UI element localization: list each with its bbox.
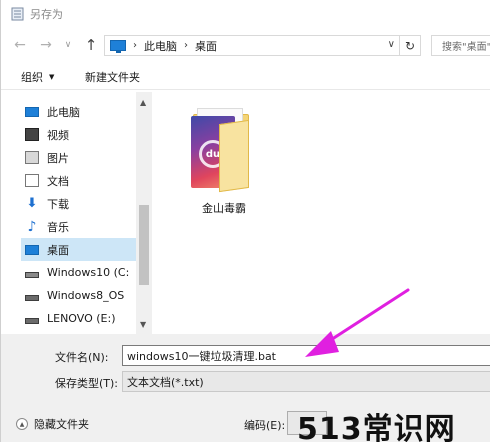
recent-locations-chevron-icon[interactable]: ∨: [59, 36, 77, 54]
drive-icon: [25, 294, 39, 301]
music-icon: ♪: [27, 218, 37, 235]
sidebar-item-label: 图片: [47, 151, 69, 165]
document-icon: [25, 174, 39, 187]
drive-icon: [25, 317, 39, 324]
save-options-panel: 文件名(N): windows10一键垃圾清理.bat 保存类型(T): 文本文…: [1, 334, 490, 442]
breadcrumb-separator-icon[interactable]: ›: [184, 40, 188, 51]
organize-button[interactable]: 组织 ▼: [21, 69, 54, 85]
address-bar[interactable]: › 此电脑 › 桌面 ∨: [104, 35, 400, 56]
sidebar-item-drive-c[interactable]: Windows10 (C:: [21, 261, 138, 284]
filetype-label: 保存类型(T):: [55, 377, 119, 390]
refresh-icon[interactable]: ↻: [400, 35, 421, 56]
hide-folders-button[interactable]: ▲ 隐藏文件夹: [16, 416, 89, 432]
filename-field[interactable]: windows10一键垃圾清理.bat: [122, 345, 490, 366]
file-list: du 金山毒霸: [153, 92, 490, 334]
breadcrumb-desktop[interactable]: 桌面: [195, 38, 217, 54]
notepad-icon: [11, 7, 24, 21]
navigation-pane: 此电脑 视频 图片 文档 ⬇ 下载 ♪ 音乐 桌面 Windows10 (C: …: [21, 92, 152, 334]
sidebar-item-drive-win8[interactable]: Windows8_OS: [21, 284, 138, 307]
address-dropdown-icon[interactable]: ∨: [388, 39, 395, 50]
window-title: 另存为: [30, 8, 63, 21]
sidebar-item-pictures[interactable]: 图片: [21, 146, 138, 169]
filetype-select[interactable]: 文本文档(*.txt): [122, 371, 490, 392]
drive-icon: [25, 271, 39, 278]
title-bar: 另存为: [1, 0, 490, 28]
sidebar-item-label: 下载: [47, 197, 69, 211]
caret-down-icon: ▼: [49, 73, 55, 81]
sidebar-item-drive-e[interactable]: LENOVO (E:): [21, 307, 138, 330]
sidebar-item-documents[interactable]: 文档: [21, 169, 138, 192]
pc-icon: [110, 40, 126, 53]
search-input[interactable]: 搜索"桌面": [431, 35, 490, 56]
breadcrumb-this-pc[interactable]: 此电脑: [144, 38, 177, 54]
sidebar-item-desktop[interactable]: 桌面: [21, 238, 138, 261]
breadcrumb-separator-icon[interactable]: ›: [133, 40, 137, 51]
sidebar-item-videos[interactable]: 视频: [21, 123, 138, 146]
save-as-dialog: 另存为 ← → ∨ ↑ › 此电脑 › 桌面 ∨ ↻ 搜索"桌面" 组织 ▼ 新建…: [0, 0, 490, 442]
up-arrow-icon[interactable]: ↑: [82, 36, 100, 54]
sidebar-item-downloads[interactable]: ⬇ 下载: [21, 192, 138, 215]
picture-icon: [25, 151, 39, 164]
site-watermark: 513常识网: [297, 412, 456, 442]
sidebar-item-label: Windows8_OS: [47, 289, 125, 302]
address-row: ← → ∨ ↑ › 此电脑 › 桌面 ∨ ↻ 搜索"桌面": [1, 32, 490, 58]
sidebar-item-label: Windows10 (C:: [47, 266, 130, 279]
new-folder-button[interactable]: 新建文件夹: [85, 69, 140, 85]
organize-label: 组织: [21, 71, 43, 84]
toolbar: 组织 ▼ 新建文件夹: [1, 62, 490, 90]
pc-icon: [25, 106, 39, 117]
sidebar-item-label: 桌面: [47, 243, 69, 257]
back-arrow-icon[interactable]: ←: [11, 36, 29, 54]
hide-folders-label: 隐藏文件夹: [34, 418, 89, 431]
download-icon: ⬇: [26, 196, 38, 211]
sidebar-item-label: 此电脑: [47, 105, 80, 119]
scroll-up-icon[interactable]: ▲: [140, 98, 146, 107]
sidebar-item-label: LENOVO (E:): [47, 312, 116, 325]
sidebar-item-music[interactable]: ♪ 音乐: [21, 215, 138, 238]
file-item[interactable]: du 金山毒霸: [187, 102, 261, 217]
sidebar-item-label: 文档: [47, 174, 69, 188]
desktop-icon: [25, 244, 39, 255]
scrollbar-thumb[interactable]: [139, 205, 149, 285]
forward-arrow-icon[interactable]: →: [37, 36, 55, 54]
video-icon: [25, 128, 39, 141]
encoding-label: 编码(E):: [244, 419, 286, 432]
sidebar-item-label: 音乐: [47, 220, 69, 234]
collapse-up-icon: ▲: [16, 418, 28, 430]
navigation-scrollbar[interactable]: ▲ ▼: [136, 92, 152, 334]
sidebar-item-this-pc[interactable]: 此电脑: [21, 100, 138, 123]
scroll-down-icon[interactable]: ▼: [140, 320, 146, 329]
sidebar-item-label: 视频: [47, 128, 69, 142]
file-item-label: 金山毒霸: [202, 202, 246, 215]
filename-label: 文件名(N):: [55, 351, 109, 364]
